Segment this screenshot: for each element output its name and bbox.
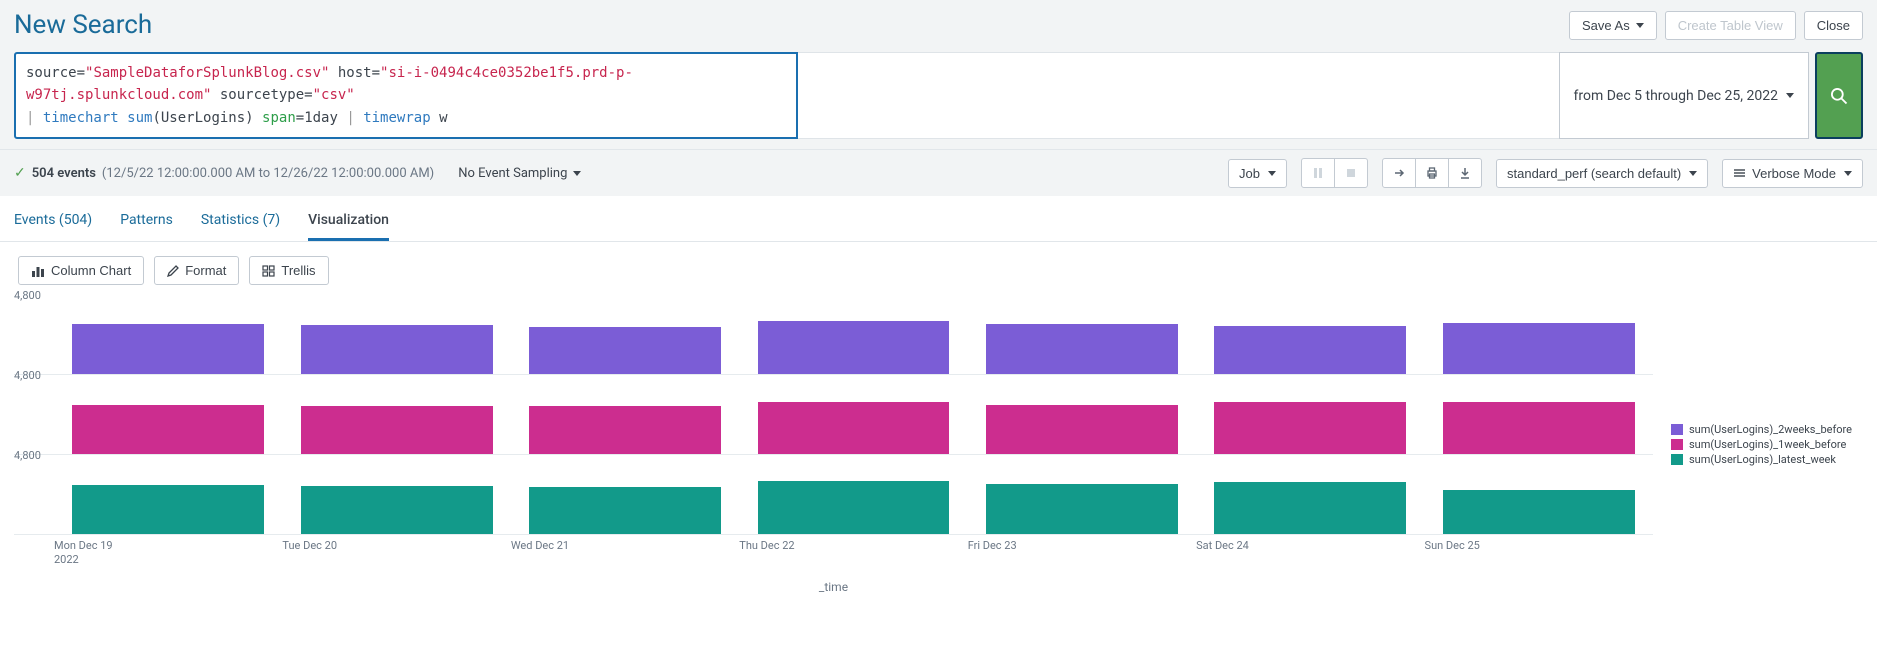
chart-bar[interactable] — [1443, 402, 1635, 454]
search-input[interactable]: source="SampleDataforSplunkBlog.csv" hos… — [14, 52, 798, 139]
checkmark-icon: ✓ — [14, 165, 26, 181]
chart-legend: sum(UserLogins)_2weeks_before sum(UserLog… — [1653, 295, 1863, 594]
trellis-label: Trellis — [281, 263, 315, 278]
pencil-icon — [167, 265, 179, 277]
print-button[interactable] — [1415, 158, 1449, 188]
legend-label: sum(UserLogins)_1week_before — [1689, 438, 1846, 451]
share-button[interactable] — [1382, 158, 1416, 188]
time-range-picker[interactable]: from Dec 5 through Dec 25, 2022 — [1559, 52, 1809, 139]
chart-panel: 4,800 — [14, 295, 1653, 375]
events-count: 504 events — [32, 166, 96, 181]
verbose-mode-dropdown[interactable]: Verbose Mode — [1722, 159, 1863, 188]
legend-item[interactable]: sum(UserLogins)_latest_week — [1671, 453, 1863, 466]
chart-bar[interactable] — [1214, 326, 1406, 374]
y-tick-label: 4,800 — [14, 289, 41, 302]
legend-item[interactable]: sum(UserLogins)_2weeks_before — [1671, 423, 1863, 436]
format-label: Format — [185, 263, 226, 278]
caret-down-icon — [1844, 171, 1852, 176]
caret-down-icon — [1786, 93, 1794, 98]
legend-item[interactable]: sum(UserLogins)_1week_before — [1671, 438, 1863, 451]
pause-button — [1301, 158, 1335, 188]
format-button[interactable]: Format — [154, 256, 239, 285]
chart-bar[interactable] — [1443, 490, 1635, 534]
tab-statistics[interactable]: Statistics (7) — [201, 206, 280, 241]
event-sampling-label: No Event Sampling — [458, 166, 567, 181]
column-chart-icon — [31, 265, 45, 277]
x-axis-label: _time — [14, 580, 1653, 594]
chart-bar[interactable] — [529, 487, 721, 534]
legend-label: sum(UserLogins)_2weeks_before — [1689, 423, 1852, 436]
chart-panel: 4,800 — [14, 455, 1653, 535]
x-tick-label: Wed Dec 21 — [511, 539, 739, 568]
search-mode-label: standard_perf (search default) — [1507, 166, 1681, 181]
chart-bar[interactable] — [986, 324, 1178, 374]
trellis-icon — [262, 265, 275, 277]
page-title: New Search — [14, 10, 152, 40]
download-icon — [1458, 166, 1472, 180]
job-label: Job — [1239, 166, 1260, 181]
share-icon — [1392, 166, 1406, 180]
verbose-label: Verbose Mode — [1752, 166, 1836, 181]
legend-swatch — [1671, 439, 1683, 450]
caret-down-icon — [1268, 171, 1276, 176]
chart-bar[interactable] — [529, 406, 721, 454]
chart-bar[interactable] — [758, 321, 950, 374]
tab-patterns[interactable]: Patterns — [120, 206, 173, 241]
search-spacer — [798, 52, 1558, 139]
trellis-button[interactable]: Trellis — [249, 256, 328, 285]
chart-bar[interactable] — [72, 485, 264, 534]
chart: 4,8004,8004,800Mon Dec 192022Tue Dec 20W… — [0, 295, 1877, 604]
stop-icon — [1345, 167, 1357, 179]
x-tick-label: Fri Dec 23 — [968, 539, 1196, 568]
legend-swatch — [1671, 454, 1683, 465]
chart-bar[interactable] — [301, 406, 493, 454]
chart-bar[interactable] — [529, 327, 721, 374]
chart-bar[interactable] — [986, 484, 1178, 534]
save-as-button[interactable]: Save As — [1569, 11, 1657, 40]
chart-bar[interactable] — [72, 405, 264, 454]
tab-events[interactable]: Events (504) — [14, 206, 92, 241]
legend-label: sum(UserLogins)_latest_week — [1689, 453, 1836, 466]
chart-bar[interactable] — [758, 402, 950, 454]
event-sampling-dropdown[interactable]: No Event Sampling — [458, 166, 581, 181]
chart-bar[interactable] — [1443, 323, 1635, 374]
chart-bar[interactable] — [1214, 482, 1406, 534]
chart-panel: 4,800 — [14, 375, 1653, 455]
chart-type-label: Column Chart — [51, 263, 131, 278]
close-button[interactable]: Close — [1804, 11, 1863, 40]
x-tick-label: Thu Dec 22 — [739, 539, 967, 568]
events-range: (12/5/22 12:00:00.000 AM to 12/26/22 12:… — [102, 166, 434, 181]
chart-bar[interactable] — [301, 486, 493, 534]
tab-visualization[interactable]: Visualization — [308, 206, 389, 241]
search-run-button[interactable] — [1815, 52, 1863, 139]
legend-swatch — [1671, 424, 1683, 435]
print-icon — [1425, 166, 1439, 180]
stop-button — [1334, 158, 1368, 188]
x-tick-label: Sun Dec 25 — [1425, 539, 1653, 568]
y-tick-label: 4,800 — [14, 369, 41, 382]
job-dropdown[interactable]: Job — [1228, 159, 1287, 188]
y-tick-label: 4,800 — [14, 449, 41, 462]
pause-icon — [1312, 167, 1324, 179]
search-icon — [1829, 86, 1849, 106]
list-icon — [1733, 168, 1746, 178]
time-range-label: from Dec 5 through Dec 25, 2022 — [1574, 88, 1778, 104]
chart-bar[interactable] — [986, 405, 1178, 454]
caret-down-icon — [1689, 171, 1697, 176]
search-mode-dropdown[interactable]: standard_perf (search default) — [1496, 159, 1708, 188]
save-as-label: Save As — [1582, 18, 1630, 33]
chart-bar[interactable] — [758, 481, 950, 534]
chart-bar[interactable] — [1214, 402, 1406, 454]
caret-down-icon — [573, 171, 581, 176]
chart-bar[interactable] — [72, 324, 264, 374]
x-tick-label: Mon Dec 192022 — [54, 539, 282, 568]
export-button[interactable] — [1448, 158, 1482, 188]
create-table-view-button: Create Table View — [1665, 11, 1796, 40]
chart-type-picker[interactable]: Column Chart — [18, 256, 144, 285]
x-tick-label: Sat Dec 24 — [1196, 539, 1424, 568]
x-tick-label: Tue Dec 20 — [282, 539, 510, 568]
chart-bar[interactable] — [301, 325, 493, 374]
caret-down-icon — [1636, 23, 1644, 28]
